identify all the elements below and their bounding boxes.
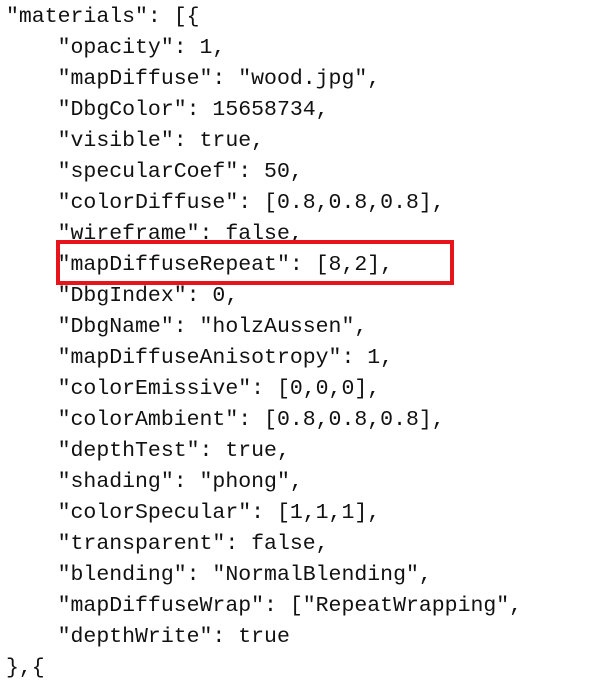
code-line: },{ xyxy=(6,656,45,680)
code-line: "mapDiffuse": "wood.jpg", xyxy=(6,67,381,91)
code-line: "transparent": false, xyxy=(6,532,329,556)
code-line: "shading": "phong", xyxy=(6,470,303,494)
code-view: "materials": [{ "opacity": 1, "mapDiffus… xyxy=(0,0,599,687)
code-line: "DbgName": "holzAussen", xyxy=(6,315,368,339)
code-line: "DbgColor": 15658734, xyxy=(6,98,329,122)
code-line: "DbgIndex": 0, xyxy=(6,284,239,308)
code-line: "depthWrite": true xyxy=(6,625,290,649)
code-line: "colorSpecular": [1,1,1], xyxy=(6,501,381,525)
code-line: "specularCoef": 50, xyxy=(6,160,303,184)
code-line: "colorEmissive": [0,0,0], xyxy=(6,377,381,401)
code-line: "mapDiffuseWrap": ["RepeatWrapping", xyxy=(6,594,523,618)
code-line: "opacity": 1, xyxy=(6,36,226,60)
code-line: "visible": true, xyxy=(6,129,265,153)
code-line: "wireframe": false, xyxy=(6,222,303,246)
code-line: "colorDiffuse": [0.8,0.8,0.8], xyxy=(6,191,445,215)
code-line: "mapDiffuseAnisotropy": 1, xyxy=(6,346,394,370)
code-line: "materials": [{ xyxy=(6,5,200,29)
code-line: "colorAmbient": [0.8,0.8,0.8], xyxy=(6,408,445,432)
highlighted-code-line: "mapDiffuseRepeat": [8,2], xyxy=(6,253,394,277)
code-line: "depthTest": true, xyxy=(6,439,290,463)
code-line: "blending": "NormalBlending", xyxy=(6,563,432,587)
